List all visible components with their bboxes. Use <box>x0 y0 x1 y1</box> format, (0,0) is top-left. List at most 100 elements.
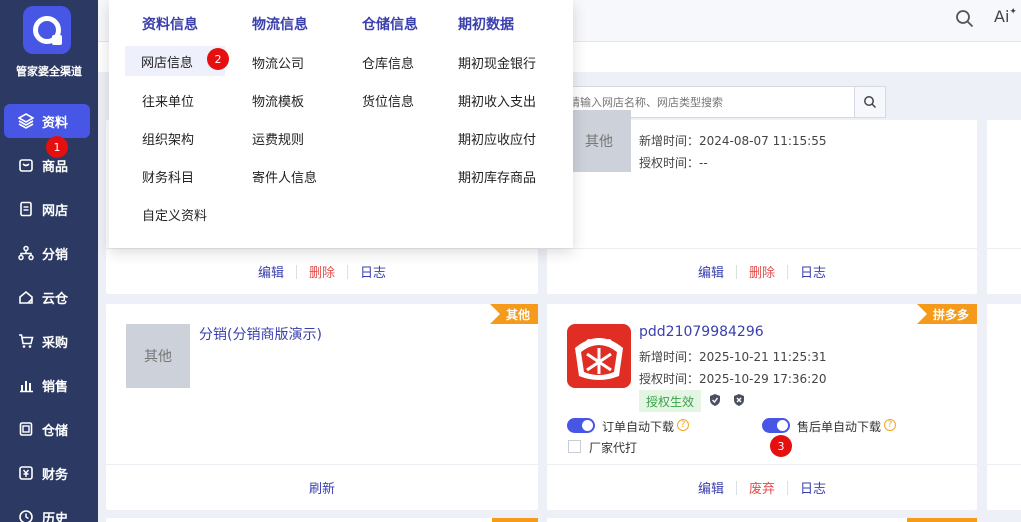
card-actions <box>987 248 1021 294</box>
sidebar-item-storage[interactable]: 仓储 <box>4 412 90 446</box>
shop-card-top-middle: 其他 新增时间：2024-08-07 11:15:55 授权时间：-- 编辑 删… <box>547 110 977 294</box>
shield-cross-icon[interactable] <box>732 393 746 407</box>
card-actions <box>987 464 1021 510</box>
sidebar-item-finance[interactable]: 财务 <box>4 456 90 490</box>
sidebar-item-distribution[interactable]: 分销 <box>4 236 90 270</box>
menu-item-opening-inventory[interactable]: 期初库存商品 <box>458 167 536 186</box>
ai-label: Ai <box>994 7 1010 26</box>
auth-status-badge: 授权生效 <box>639 390 702 412</box>
sparkle-icon: ✦ <box>1009 7 1017 17</box>
sidebar-item-data[interactable]: 资料 <box>4 104 90 138</box>
menu-heading-opening-data: 期初数据 <box>458 17 514 33</box>
sidebar-item-label: 仓储 <box>42 423 69 439</box>
card-actions: 刷新 <box>106 464 538 510</box>
log-button[interactable]: 日志 <box>788 262 838 281</box>
shop-name[interactable]: pdd21079984296 <box>639 324 764 340</box>
menu-item-opening-receivable[interactable]: 期初应收应付 <box>458 129 536 148</box>
menu-item-freight-rules[interactable]: 运费规则 <box>252 129 304 148</box>
shop-placeholder-image: 其他 <box>567 110 631 172</box>
storage-icon <box>19 422 33 436</box>
sidebar-item-shop[interactable]: 网店 <box>4 192 90 226</box>
menu-item-warehouse-info[interactable]: 仓库信息 <box>362 53 414 72</box>
card-actions: 编辑 废弃 日志 <box>547 464 977 510</box>
menu-item-contacts[interactable]: 往来单位 <box>142 91 194 110</box>
menu-item-location-info[interactable]: 货位信息 <box>362 91 414 110</box>
sidebar-item-purchase[interactable]: 采购 <box>4 324 90 358</box>
auth-time: 授权时间：2025-10-29 17:36:20 <box>639 372 827 386</box>
log-button[interactable]: 日志 <box>788 478 838 497</box>
order-auto-download-toggle[interactable] <box>567 418 595 433</box>
menu-item-logistics-template[interactable]: 物流模板 <box>252 91 304 110</box>
data-mega-menu: 资料信息 网店信息 往来单位 组织架构 财务科目 自定义资料 物流信息 物流公司… <box>109 0 573 248</box>
platform-tag <box>907 518 977 522</box>
auth-time: 授权时间：-- <box>639 156 708 170</box>
edit-button[interactable]: 编辑 <box>246 262 296 281</box>
created-time: 新增时间：2024-08-07 11:15:55 <box>639 134 827 148</box>
shop-card-distribution: 其他 其他 分销(分销商版演示) 刷新 <box>106 304 538 510</box>
sidebar-item-label: 网店 <box>42 203 69 219</box>
refresh-button[interactable]: 刷新 <box>297 478 347 497</box>
search-button[interactable] <box>854 87 885 117</box>
shop-name[interactable]: 分销(分销商版演示) <box>199 324 322 344</box>
order-auto-download-label: 订单自动下载 <box>602 420 675 434</box>
aftersale-auto-download-toggle[interactable] <box>762 418 790 433</box>
finance-icon <box>19 466 33 480</box>
sidebar-item-label: 资料 <box>42 115 69 131</box>
shop-card-top-right <box>987 120 1021 294</box>
history-icon <box>19 510 33 522</box>
menu-item-organization[interactable]: 组织架构 <box>142 129 194 148</box>
ai-assistant-button[interactable]: Ai✦ <box>994 7 1017 26</box>
menu-item-accounting-subjects[interactable]: 财务科目 <box>142 167 194 186</box>
sidebar: 管家婆全渠道 资料 商品 网店 分销 云仓 采购 销售 仓储 财务 历史 <box>0 0 98 522</box>
goods-icon <box>19 159 33 172</box>
created-time: 新增时间：2025-10-21 11:25:31 <box>639 350 827 364</box>
pinduoduo-logo-icon <box>567 324 631 388</box>
step-badge-3: 3 <box>770 435 792 457</box>
delete-button[interactable]: 删除 <box>737 262 787 281</box>
brand-name: 管家婆全渠道 <box>16 65 82 78</box>
cloud-warehouse-icon <box>19 290 33 304</box>
shop-card-bottom-left <box>106 518 538 522</box>
menu-item-opening-income[interactable]: 期初收入支出 <box>458 91 536 110</box>
log-button[interactable]: 日志 <box>348 262 398 281</box>
menu-heading-logistics: 物流信息 <box>252 17 308 33</box>
step-badge-2: 2 <box>207 48 229 70</box>
edit-button[interactable]: 编辑 <box>686 262 736 281</box>
discard-button[interactable]: 废弃 <box>737 478 787 497</box>
help-icon[interactable]: ? <box>884 419 896 431</box>
aftersale-auto-download-label: 售后单自动下载 <box>797 420 882 434</box>
delete-button[interactable]: 删除 <box>297 262 347 281</box>
shield-check-icon[interactable] <box>708 393 722 407</box>
sidebar-item-label: 销售 <box>42 379 69 395</box>
sidebar-item-label: 云仓 <box>42 291 69 307</box>
sidebar-item-history[interactable]: 历史 <box>4 500 90 522</box>
sidebar-item-label: 商品 <box>42 159 69 175</box>
cart-icon <box>19 334 34 348</box>
menu-heading-warehouse: 仓储信息 <box>362 17 418 33</box>
search-icon[interactable] <box>954 8 976 30</box>
menu-item-sender-info[interactable]: 寄件人信息 <box>252 167 317 186</box>
factory-print-label: 厂家代打 <box>589 441 638 455</box>
menu-item-opening-cash[interactable]: 期初现金银行 <box>458 53 536 72</box>
search-icon <box>864 96 877 109</box>
factory-print-checkbox[interactable] <box>568 440 581 453</box>
card-actions: 编辑 删除 日志 <box>547 248 977 294</box>
sidebar-item-sales[interactable]: 销售 <box>4 368 90 402</box>
sidebar-item-cloud-warehouse[interactable]: 云仓 <box>4 280 90 314</box>
network-icon <box>18 245 34 261</box>
document-icon <box>20 201 32 217</box>
shop-placeholder-image: 其他 <box>126 324 190 388</box>
shop-card-right <box>987 304 1021 510</box>
sidebar-item-label: 历史 <box>42 511 69 522</box>
sidebar-item-label: 采购 <box>42 335 69 351</box>
shop-card-bottom-middle <box>547 518 977 522</box>
logo-icon <box>33 16 62 45</box>
brand-logo[interactable] <box>23 6 71 54</box>
help-icon[interactable]: ? <box>677 419 689 431</box>
menu-item-logistics-company[interactable]: 物流公司 <box>252 53 304 72</box>
platform-tag: 其他 <box>489 304 538 324</box>
menu-item-custom-data[interactable]: 自定义资料 <box>142 205 207 224</box>
shop-card-pdd: 拼多多 pdd21079984296 新增时间：2025-10-21 11:25… <box>547 304 977 510</box>
platform-tag: 拼多多 <box>916 304 977 324</box>
edit-button[interactable]: 编辑 <box>686 478 736 497</box>
